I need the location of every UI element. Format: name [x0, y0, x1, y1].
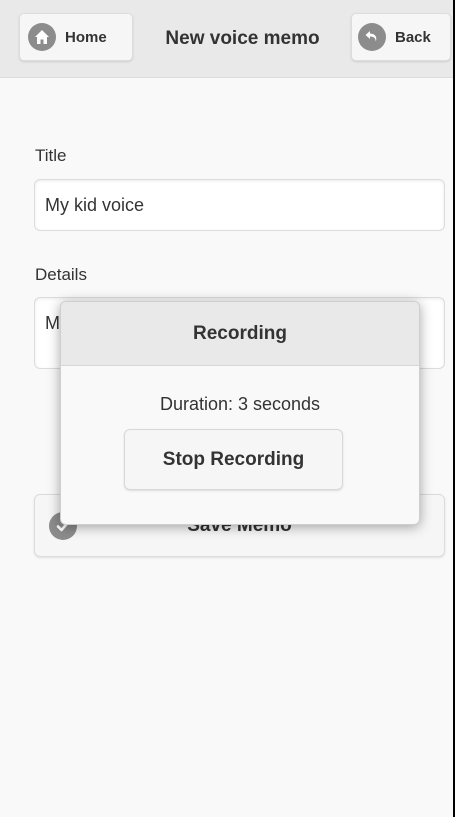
recording-popup: Recording Duration: 3 seconds Stop Recor…: [60, 301, 420, 525]
title-input[interactable]: My kid voice: [34, 179, 445, 231]
home-button[interactable]: Home: [19, 13, 133, 61]
back-button[interactable]: Back: [351, 13, 451, 61]
recording-duration: Duration: 3 seconds: [159, 394, 321, 414]
back-arrow-icon: [358, 23, 386, 51]
popup-title: Recording: [61, 302, 419, 366]
back-button-label: Back: [395, 28, 431, 46]
title-label: Title: [35, 146, 67, 165]
header-bar: Home New voice memo Back: [0, 0, 453, 78]
home-icon: [28, 23, 56, 51]
page-title: New voice memo: [165, 28, 320, 49]
home-button-label: Home: [65, 28, 107, 46]
details-label: Details: [35, 265, 87, 284]
stop-recording-button[interactable]: Stop Recording: [124, 429, 343, 490]
app-screen: Home New voice memo Back Title My kid vo…: [0, 0, 455, 817]
